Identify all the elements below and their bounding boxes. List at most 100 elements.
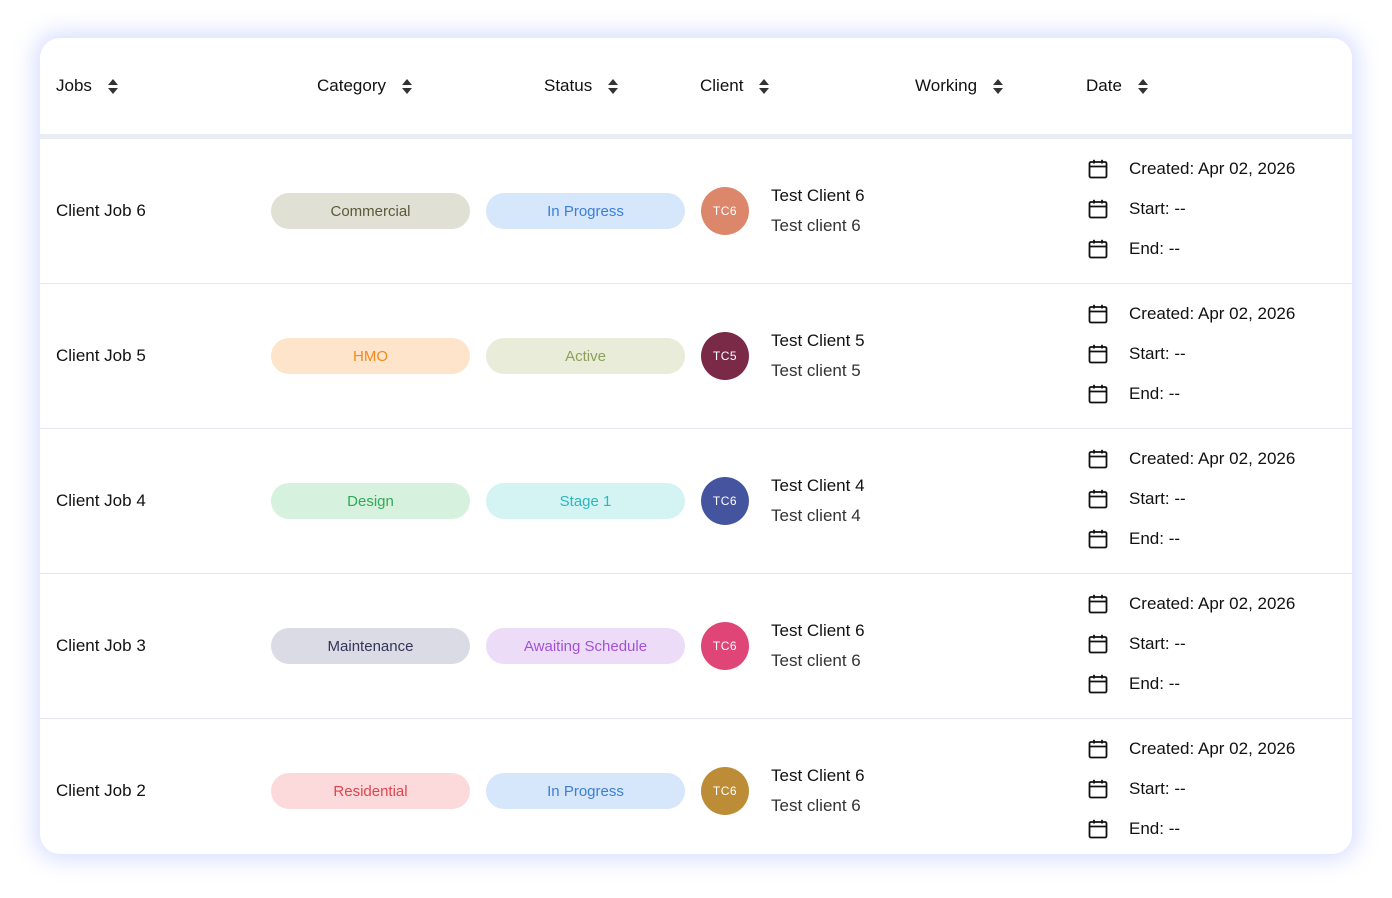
column-label: Jobs bbox=[56, 76, 92, 95]
table-row[interactable]: Client Job 4 Design Stage 1 TC6 Test Cli… bbox=[40, 429, 1352, 574]
status-badge[interactable]: In Progress bbox=[486, 193, 685, 229]
category-badge: Maintenance bbox=[271, 628, 470, 664]
table-row[interactable]: Client Job 5 HMO Active TC5 Test Client … bbox=[40, 284, 1352, 429]
category-badge: HMO bbox=[271, 338, 470, 374]
date-end: End: -- bbox=[1088, 384, 1180, 404]
job-name[interactable]: Client Job 5 bbox=[56, 284, 146, 428]
date-created: Created: Apr 02, 2026 bbox=[1088, 739, 1295, 759]
date-created-text: Created: Apr 02, 2026 bbox=[1129, 159, 1296, 178]
table-header: Jobs Category Status Client Working Date bbox=[40, 38, 1352, 139]
calendar-icon bbox=[1088, 384, 1108, 404]
job-name[interactable]: Client Job 4 bbox=[56, 429, 146, 573]
calendar-icon bbox=[1088, 779, 1108, 799]
column-header-working[interactable]: Working bbox=[915, 38, 1004, 134]
date-start-text: Start: -- bbox=[1129, 634, 1186, 653]
column-header-date[interactable]: Date bbox=[1086, 38, 1148, 134]
date-start: Start: -- bbox=[1088, 779, 1186, 799]
date-end: End: -- bbox=[1088, 529, 1180, 549]
sort-icon[interactable] bbox=[107, 78, 118, 94]
column-header-category[interactable]: Category bbox=[317, 38, 412, 134]
calendar-icon bbox=[1088, 159, 1108, 179]
column-label: Working bbox=[915, 76, 978, 95]
date-start-text: Start: -- bbox=[1129, 199, 1186, 218]
date-start: Start: -- bbox=[1088, 634, 1186, 654]
date-created-text: Created: Apr 02, 2026 bbox=[1129, 739, 1296, 758]
category-badge: Commercial bbox=[271, 193, 470, 229]
client-avatar: TC6 bbox=[701, 187, 749, 235]
status-badge[interactable]: Active bbox=[486, 338, 685, 374]
client-subtitle: Test client 4 bbox=[771, 506, 861, 525]
table-row[interactable]: Client Job 6 Commercial In Progress TC6 … bbox=[40, 139, 1352, 284]
date-end-text: End: -- bbox=[1129, 529, 1181, 548]
status-badge[interactable]: Stage 1 bbox=[486, 483, 685, 519]
column-header-jobs[interactable]: Jobs bbox=[56, 38, 118, 134]
calendar-icon bbox=[1088, 819, 1108, 839]
sort-icon[interactable] bbox=[401, 78, 412, 94]
client-subtitle: Test client 6 bbox=[771, 796, 861, 815]
client-name[interactable]: Test Client 6 bbox=[771, 186, 865, 206]
table-body: Client Job 6 Commercial In Progress TC6 … bbox=[40, 139, 1352, 854]
client-avatar: TC5 bbox=[701, 332, 749, 380]
sort-icon[interactable] bbox=[1137, 78, 1148, 94]
column-header-client[interactable]: Client bbox=[700, 38, 770, 134]
date-created: Created: Apr 02, 2026 bbox=[1088, 449, 1295, 469]
calendar-icon bbox=[1088, 594, 1108, 614]
calendar-icon bbox=[1088, 199, 1108, 219]
date-end-text: End: -- bbox=[1129, 674, 1181, 693]
date-end-text: End: -- bbox=[1129, 819, 1181, 838]
jobs-table: Jobs Category Status Client Working Date… bbox=[40, 38, 1352, 854]
client-name[interactable]: Test Client 6 bbox=[771, 766, 865, 786]
date-end-text: End: -- bbox=[1129, 384, 1181, 403]
calendar-icon bbox=[1088, 674, 1108, 694]
calendar-icon bbox=[1088, 304, 1108, 324]
client-avatar: TC6 bbox=[701, 477, 749, 525]
client-name[interactable]: Test Client 4 bbox=[771, 476, 865, 496]
client-avatar: TC6 bbox=[701, 622, 749, 670]
calendar-icon bbox=[1088, 449, 1108, 469]
calendar-icon bbox=[1088, 239, 1108, 259]
date-start-text: Start: -- bbox=[1129, 344, 1186, 363]
client-avatar: TC6 bbox=[701, 767, 749, 815]
date-start-text: Start: -- bbox=[1129, 779, 1186, 798]
calendar-icon bbox=[1088, 489, 1108, 509]
table-row[interactable]: Client Job 2 Residential In Progress TC6… bbox=[40, 719, 1352, 854]
date-created: Created: Apr 02, 2026 bbox=[1088, 304, 1295, 324]
column-header-status[interactable]: Status bbox=[544, 38, 619, 134]
date-created-text: Created: Apr 02, 2026 bbox=[1129, 594, 1296, 613]
job-name[interactable]: Client Job 6 bbox=[56, 139, 146, 283]
client-subtitle: Test client 6 bbox=[771, 216, 861, 235]
date-start: Start: -- bbox=[1088, 489, 1186, 509]
category-badge: Design bbox=[271, 483, 470, 519]
date-created: Created: Apr 02, 2026 bbox=[1088, 159, 1295, 179]
date-start: Start: -- bbox=[1088, 199, 1186, 219]
date-end: End: -- bbox=[1088, 819, 1180, 839]
calendar-icon bbox=[1088, 739, 1108, 759]
table-row[interactable]: Client Job 3 Maintenance Awaiting Schedu… bbox=[40, 574, 1352, 719]
client-subtitle: Test client 5 bbox=[771, 361, 861, 380]
column-label: Category bbox=[317, 76, 386, 95]
category-badge: Residential bbox=[271, 773, 470, 809]
date-end-text: End: -- bbox=[1129, 239, 1181, 258]
sort-icon[interactable] bbox=[608, 78, 619, 94]
date-created-text: Created: Apr 02, 2026 bbox=[1129, 449, 1296, 468]
status-badge[interactable]: In Progress bbox=[486, 773, 685, 809]
column-label: Status bbox=[544, 76, 593, 95]
calendar-icon bbox=[1088, 634, 1108, 654]
status-badge[interactable]: Awaiting Schedule bbox=[486, 628, 685, 664]
date-created-text: Created: Apr 02, 2026 bbox=[1129, 304, 1296, 323]
calendar-icon bbox=[1088, 529, 1108, 549]
date-end: End: -- bbox=[1088, 674, 1180, 694]
sort-icon[interactable] bbox=[993, 78, 1004, 94]
client-subtitle: Test client 6 bbox=[771, 651, 861, 670]
column-label: Client bbox=[700, 76, 744, 95]
date-end: End: -- bbox=[1088, 239, 1180, 259]
job-name[interactable]: Client Job 2 bbox=[56, 719, 146, 854]
calendar-icon bbox=[1088, 344, 1108, 364]
client-name[interactable]: Test Client 5 bbox=[771, 331, 865, 351]
client-name[interactable]: Test Client 6 bbox=[771, 621, 865, 641]
sort-icon[interactable] bbox=[759, 78, 770, 94]
date-start: Start: -- bbox=[1088, 344, 1186, 364]
date-created: Created: Apr 02, 2026 bbox=[1088, 594, 1295, 614]
job-name[interactable]: Client Job 3 bbox=[56, 574, 146, 718]
column-label: Date bbox=[1086, 76, 1122, 95]
